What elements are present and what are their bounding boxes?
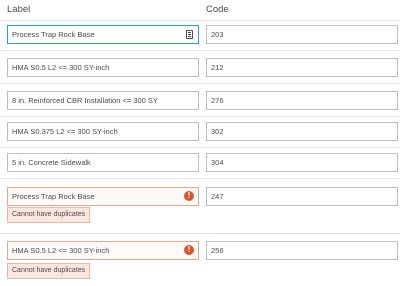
code-input-value: 247 xyxy=(211,192,224,201)
label-column-header: Label xyxy=(7,4,31,15)
divider xyxy=(0,233,400,234)
label-input[interactable]: HMA S0.375 L2 <= 300 SY-inch xyxy=(7,122,199,141)
error-tooltip: Cannot have duplicates xyxy=(7,207,91,223)
label-input-value: HMA S0.5 L2 <= 300 SY-inch xyxy=(12,63,110,72)
label-input[interactable]: 8 in. Reinforced CBR Installation <= 300… xyxy=(7,91,199,110)
label-input-value: HMA S0.375 L2 <= 300 SY-inch xyxy=(12,127,118,136)
divider xyxy=(0,147,400,148)
divider xyxy=(0,50,400,51)
label-input[interactable]: Process Trap Rock Base xyxy=(7,25,199,44)
label-input[interactable]: HMA S0.5 L2 <= 300 SY-inch ! xyxy=(7,241,199,260)
table-header: Label Code xyxy=(0,0,400,20)
code-input-value: 276 xyxy=(211,96,224,105)
code-input[interactable]: 247 xyxy=(206,187,398,206)
divider xyxy=(0,116,400,117)
code-input-value: 212 xyxy=(211,63,224,72)
error-tooltip: Cannot have duplicates xyxy=(7,263,91,279)
label-input-value: Process Trap Rock Base xyxy=(12,30,95,39)
label-input-value: 5 in. Concrete Sidewalk xyxy=(12,158,91,167)
label-input-value: Process Trap Rock Base xyxy=(12,192,95,201)
label-input-value: 8 in. Reinforced CBR Installation <= 300… xyxy=(12,96,158,105)
code-column-header: Code xyxy=(206,4,229,15)
divider xyxy=(0,178,400,179)
alert-circle-icon: ! xyxy=(184,191,194,201)
code-input-value: 304 xyxy=(211,158,224,167)
code-input[interactable]: 276 xyxy=(206,91,398,110)
label-input-value: HMA S0.5 L2 <= 300 SY-inch xyxy=(12,246,110,255)
clipboard-icon[interactable] xyxy=(186,30,193,39)
label-input[interactable]: Process Trap Rock Base ! xyxy=(7,187,199,206)
divider xyxy=(0,83,400,84)
code-input-value: 302 xyxy=(211,127,224,136)
label-input[interactable]: 5 in. Concrete Sidewalk xyxy=(7,153,199,172)
alert-circle-icon: ! xyxy=(184,245,194,255)
code-input[interactable]: 304 xyxy=(206,153,398,172)
label-input[interactable]: HMA S0.5 L2 <= 300 SY-inch xyxy=(7,58,199,77)
code-input[interactable]: 256 xyxy=(206,241,398,260)
code-input-value: 256 xyxy=(211,246,224,255)
divider xyxy=(0,20,400,21)
code-input-value: 203 xyxy=(211,30,224,39)
code-input[interactable]: 302 xyxy=(206,122,398,141)
code-input[interactable]: 212 xyxy=(206,58,398,77)
code-input[interactable]: 203 xyxy=(206,25,398,44)
